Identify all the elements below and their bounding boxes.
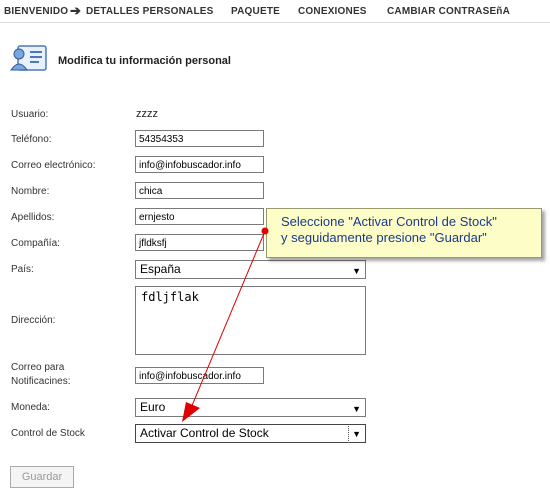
direccion-label: Dirección: [11, 315, 56, 326]
email-field[interactable]: info@infobuscador.info [135, 156, 264, 173]
nav-arrow-icon: ➔ [70, 3, 81, 18]
stock-select[interactable]: Activar Control de Stock ▼ [135, 424, 366, 443]
instruction-tooltip: Seleccione "Activar Control de Stock" y … [266, 208, 542, 258]
top-nav: BIENVENIDO ➔ DETALLES PERSONALES PAQUETE… [0, 0, 550, 23]
moneda-label: Moneda: [11, 402, 50, 413]
stock-label: Control de Stock [11, 428, 85, 439]
chevron-down-icon: ▼ [348, 426, 361, 443]
correo-label: Correo electrónico: [11, 160, 96, 171]
nav-paquete[interactable]: PAQUETE [231, 6, 280, 17]
nombre-label: Nombre: [11, 186, 50, 197]
nav-bienvenido[interactable]: BIENVENIDO [4, 6, 68, 17]
pais-label: País: [11, 264, 34, 275]
usuario-label: Usuario: [11, 109, 49, 120]
apellidos-label: Apellidos: [11, 212, 55, 223]
moneda-select[interactable]: Euro ▼ [135, 398, 366, 417]
usuario-value: zzzz [136, 108, 158, 120]
pais-select[interactable]: España ▼ [135, 260, 366, 279]
moneda-selected-value: Euro [140, 400, 166, 414]
tooltip-line2: y seguidamente presione "Guardar" [281, 230, 487, 245]
save-button[interactable]: Guardar [10, 466, 74, 488]
nombre-field[interactable]: chica [135, 182, 264, 199]
telefono-label: Teléfono: [11, 134, 52, 145]
page-title: Modifica tu información personal [58, 55, 231, 67]
chevron-down-icon: ▼ [352, 266, 361, 276]
user-card-icon [10, 45, 47, 71]
telefono-field[interactable]: 54354353 [135, 130, 264, 147]
stock-selected-value: Activar Control de Stock [140, 426, 269, 440]
tooltip-line1: Seleccione "Activar Control de Stock" [281, 214, 497, 229]
apellidos-field[interactable]: ernjesto [135, 208, 264, 225]
pais-selected-value: España [140, 262, 181, 276]
nav-detalles-personales[interactable]: DETALLES PERSONALES [86, 6, 214, 17]
nav-cambiar-contrasena[interactable]: CAMBIAR CONTRASEñA [387, 6, 510, 17]
compania-field[interactable]: jfldksfj [135, 234, 264, 251]
chevron-down-icon: ▼ [352, 404, 361, 414]
direccion-textarea[interactable]: fdljflak [135, 286, 366, 355]
notification-email-field[interactable]: info@infobuscador.info [135, 367, 264, 384]
correo-notif-label-line2: Notificacines: [11, 376, 71, 387]
nav-conexiones[interactable]: CONEXIONES [298, 6, 367, 17]
compania-label: Compañía: [11, 238, 60, 249]
correo-notif-label-line1: Correo para [11, 362, 65, 373]
